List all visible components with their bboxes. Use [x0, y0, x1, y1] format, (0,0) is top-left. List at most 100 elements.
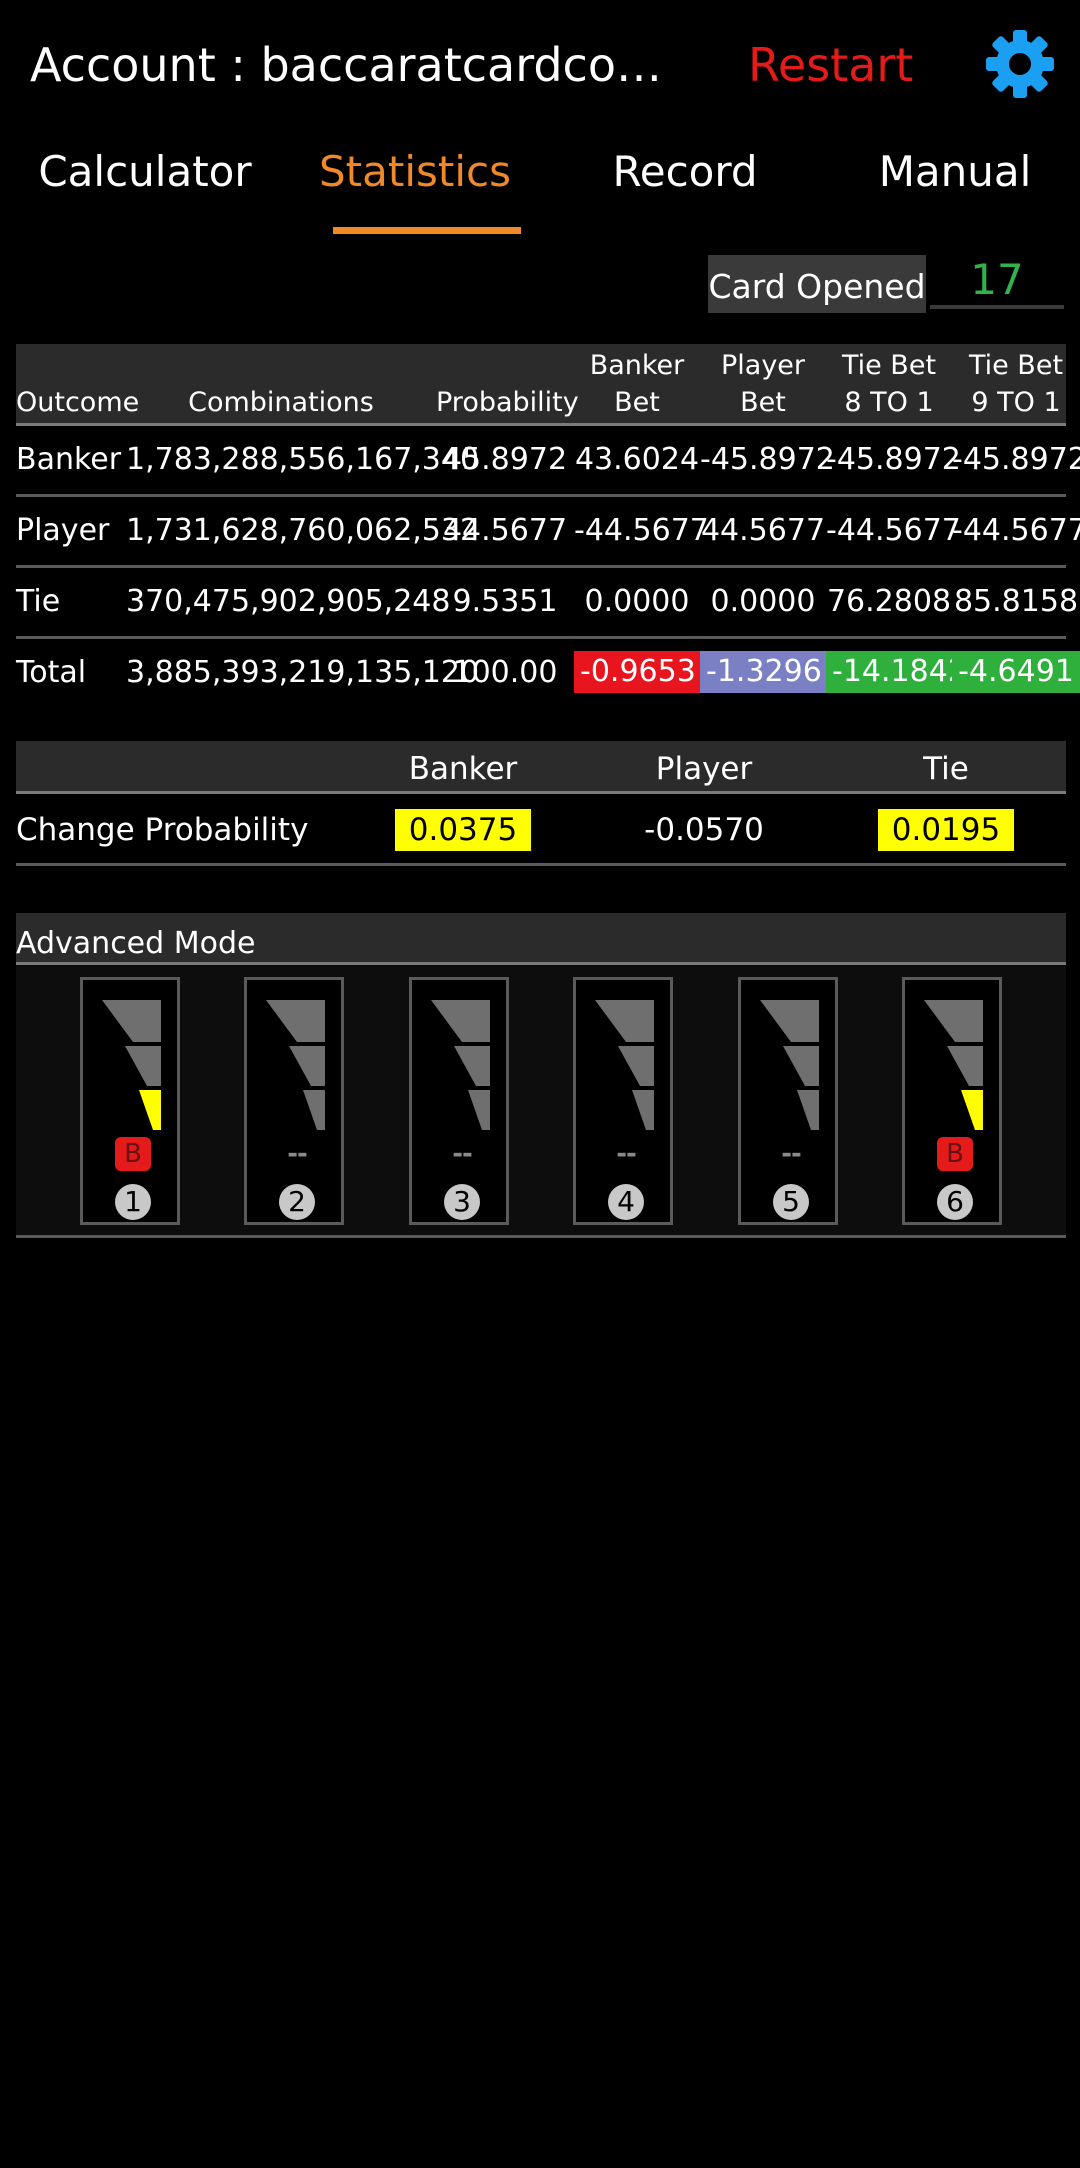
signal-bar: [266, 1000, 325, 1042]
account-title: Account : baccaratcardcounting: [30, 38, 670, 92]
tab-label: Manual: [878, 147, 1032, 196]
cell-probability: 9.5351: [452, 584, 558, 619]
signal-bar: [289, 1046, 325, 1086]
active-tab-indicator: [333, 227, 521, 234]
header-outcome: Outcome: [16, 387, 140, 418]
signal-bar: [961, 1090, 983, 1130]
cell-outcome: Player: [16, 513, 110, 548]
header-probability: Probability: [436, 387, 579, 418]
signal-bar: [431, 1000, 490, 1042]
signal-bar: [797, 1090, 819, 1130]
cell-banker-bet: 0.0000: [584, 584, 690, 619]
header-player-bet: Player Bet: [700, 347, 826, 421]
cell-probability: 44.5677: [442, 513, 568, 548]
meter-badge: --: [616, 1139, 637, 1169]
header-line: Bet: [614, 387, 660, 418]
advanced-mode-title: Advanced Mode: [16, 913, 1066, 965]
header-line: Tie Bet: [968, 350, 1064, 381]
tab-label: Statistics: [319, 147, 511, 196]
signal-bar: [632, 1090, 654, 1130]
cell-outcome: Total: [16, 655, 87, 690]
tab-statistics[interactable]: Statistics: [280, 130, 550, 234]
header-line: 9 TO 1: [971, 387, 1061, 418]
tab-label: Calculator: [38, 147, 252, 196]
signal-bar: [595, 1000, 654, 1042]
tie8-edge-badge: -14.1842: [826, 650, 973, 693]
header-combinations: Combinations: [188, 387, 374, 418]
header-banker: Banker: [408, 751, 518, 787]
card-opened-value: 17: [930, 255, 1064, 309]
signal-bar: [924, 1000, 983, 1042]
cell-outcome: Tie: [16, 584, 61, 619]
meter-badge: --: [781, 1139, 802, 1169]
cell-tie-8: -45.8972: [826, 442, 961, 477]
cell-probability: 100.00: [452, 655, 558, 690]
change-probability-table: Banker Player Tie Change Probability 0.0…: [16, 741, 1066, 866]
signal-bars-icon: [760, 1000, 819, 1130]
cell-combinations: 1,783,288,556,167,340: [126, 442, 480, 477]
meter-badge: B: [937, 1137, 973, 1171]
tab-calculator[interactable]: Calculator: [10, 130, 280, 234]
cell-tie-9: -4.6491: [952, 639, 1080, 707]
signal-bars-icon: [595, 1000, 654, 1130]
header-line: 8 TO 1: [844, 387, 934, 418]
statistics-table: Outcome Combinations Probability Banker …: [16, 344, 1080, 707]
meter-number: 6: [937, 1184, 973, 1220]
cell-combinations: 370,475,902,905,248: [126, 584, 451, 619]
change-header: Banker Player Tie: [16, 741, 1066, 794]
cell-tie-8: 76.2808: [826, 584, 952, 619]
header-line: Banker: [589, 350, 685, 381]
meter-number: 4: [608, 1184, 644, 1220]
card-opened-label: Card Opened: [708, 255, 926, 313]
meter-number: 5: [773, 1184, 809, 1220]
shoe-meter-2: -- 2: [244, 977, 344, 1225]
signal-bar: [783, 1046, 819, 1086]
header-player: Player: [655, 751, 753, 787]
meter-number: 3: [444, 1184, 480, 1220]
shoe-meter-3: -- 3: [409, 977, 509, 1225]
header-tie-8: Tie Bet 8 TO 1: [826, 347, 952, 421]
meter-badge: B: [115, 1137, 151, 1171]
cell-tie-8: -44.5677: [826, 513, 961, 548]
cell-player-bet: 0.0000: [710, 584, 816, 619]
signal-bar: [618, 1046, 654, 1086]
table-row-tie: Tie 370,475,902,905,248 9.5351 0.0000 0.…: [16, 568, 1078, 639]
shoe-meter-6: B6: [902, 977, 1002, 1225]
cell-outcome: Banker: [16, 442, 122, 477]
table-row-player: Player 1,731,628,760,062,532 44.5677 -44…: [16, 497, 1080, 568]
cell-tie-9: -44.5677: [952, 513, 1080, 548]
cell-combinations: 1,731,628,760,062,532: [126, 513, 480, 548]
signal-bars-icon: [431, 1000, 490, 1130]
restart-button[interactable]: Restart: [748, 34, 913, 96]
header-tie-9: Tie Bet 9 TO 1: [952, 347, 1080, 421]
tie-change-badge: 0.0195: [878, 808, 1014, 851]
player-bet-edge-badge: -1.3296: [700, 650, 828, 693]
signal-bars-icon: [266, 1000, 325, 1130]
cell-tie-9: 85.8158: [953, 584, 1079, 619]
cell-banker-bet: -44.5677: [574, 513, 709, 548]
signal-bar: [947, 1046, 983, 1086]
shoe-meter-1: B1: [80, 977, 180, 1225]
signal-bar: [303, 1090, 325, 1130]
meter-number: 1: [115, 1184, 151, 1220]
signal-bars-icon: [924, 1000, 983, 1130]
tie9-edge-badge: -4.6491: [952, 650, 1080, 693]
cell-player-bet: 44.5677: [700, 513, 826, 548]
tab-label: Record: [612, 147, 758, 196]
cell-player-bet: -1.3296: [700, 639, 828, 707]
header-line: Player: [720, 350, 806, 381]
meter-row: B 1 -- 2 -- 3 -- 4 -- 5 B 6: [16, 965, 1066, 1238]
meter-number: 2: [279, 1184, 315, 1220]
cell-probability: 45.8972: [442, 442, 568, 477]
signal-bar: [760, 1000, 819, 1042]
tab-manual[interactable]: Manual: [820, 130, 1080, 234]
cell-tie-9: -45.8972: [952, 442, 1080, 477]
tab-record[interactable]: Record: [550, 130, 820, 234]
cell-player-bet: -45.8972: [700, 442, 835, 477]
meter-badge: --: [452, 1139, 473, 1169]
cell-banker-bet: -0.9653: [574, 639, 702, 707]
gear-icon[interactable]: [984, 28, 1056, 100]
cell-player: -0.0570: [584, 794, 824, 866]
change-probability-row: Change Probability 0.0375 -0.0570 0.0195: [16, 794, 1066, 866]
signal-bar: [468, 1090, 490, 1130]
